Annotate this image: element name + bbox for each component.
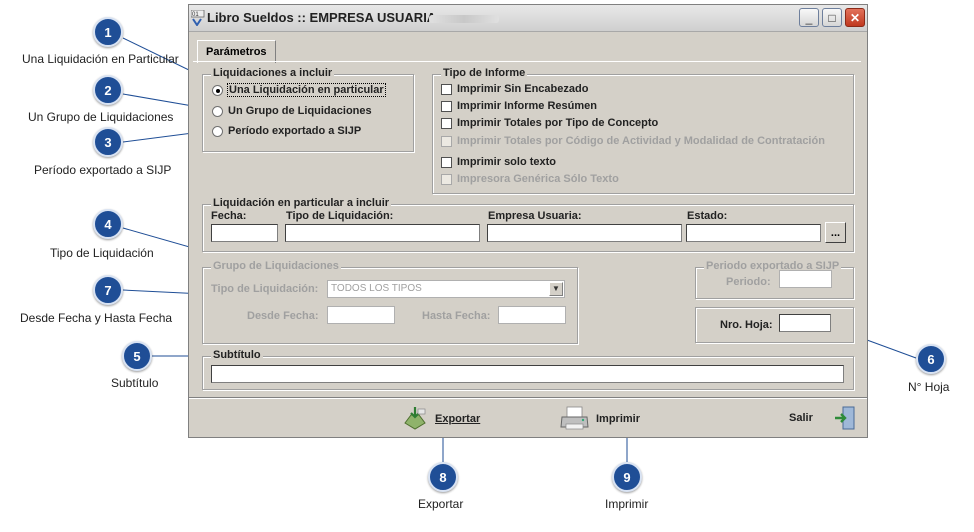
callout-label-2: Un Grupo de Liquidaciones [28,110,174,124]
radio-icon [212,125,223,137]
callout-label-7: Desde Fecha y Hasta Fecha [20,311,173,325]
fecha-field[interactable] [211,224,278,242]
grupo-tipo-select: TODOS LOS TIPOS ▼ [327,280,565,298]
checkbox-icon [441,100,452,112]
periodo-label: Periodo: [726,276,771,288]
libro-sueldos-window: 01 Libro Sueldos :: EMPRESA USUARIA: _ □… [188,4,868,438]
empresa-usuaria-field[interactable] [487,224,682,242]
footer-divider [189,397,867,399]
tipo-liquidacion-label: Tipo de Liquidación: [286,210,394,222]
check-solo-texto-label: Imprimir solo texto [457,156,557,168]
callout-label-4: Tipo de Liquidación [50,246,154,260]
callout-badge-6: 6 [916,344,946,374]
checkbox-icon [441,117,452,129]
check-sin-encabezado-label: Imprimir Sin Encabezado [457,83,589,95]
check-totales-concepto-label: Imprimir Totales por Tipo de Concepto [457,117,659,129]
window-title: Libro Sueldos :: EMPRESA USUARIA: [207,10,441,25]
title-bar[interactable]: 01 Libro Sueldos :: EMPRESA USUARIA: _ □… [189,5,867,32]
callout-badge-8: 8 [428,462,458,492]
check-sin-encabezado[interactable]: Imprimir Sin Encabezado [441,83,588,95]
app-icon: 01 [191,10,205,26]
hasta-fecha-field [498,306,566,324]
salir-label: Salir [789,412,813,424]
check-solo-texto[interactable]: Imprimir solo texto [441,156,556,168]
callout-label-5: Subtítulo [111,376,159,390]
callout-label-1: Una Liquidación en Particular [22,52,179,66]
imprimir-button[interactable]: Imprimir [560,405,640,433]
check-impresora-generica-label: Impresora Genérica Sólo Texto [457,173,619,185]
callout-badge-1: 1 [93,17,123,47]
empresa-name-blurred [429,15,499,23]
chevron-down-icon: ▼ [549,282,563,296]
callout-badge-5: 5 [122,341,152,371]
hasta-fecha-label: Hasta Fecha: [422,310,491,322]
tipo-informe-legend: Tipo de Informe [441,67,528,79]
browse-button[interactable]: ... [825,222,846,243]
check-informe-resumen-label: Imprimir Informe Resúmen [457,100,597,112]
radio-grupo-liquidaciones[interactable]: Un Grupo de Liquidaciones [212,105,372,117]
checkbox-icon [441,83,452,95]
callout-label-9: Imprimir [605,497,649,511]
radio-una-liquidacion-label: Una Liquidación en particular [227,83,386,97]
particular-legend: Liquidación en particular a incluir [211,197,392,209]
subtitulo-legend: Subtítulo [211,349,263,361]
radio-icon [212,105,223,117]
imprimir-label: Imprimir [596,413,641,425]
estado-field[interactable] [686,224,821,242]
tipo-informe-group: Tipo de Informe Imprimir Sin Encabezado … [432,67,854,194]
nro-hoja-field[interactable] [779,314,831,332]
check-impresora-generica: Impresora Genérica Sólo Texto [441,173,619,185]
grupo-tipo-label: Tipo de Liquidación: [211,283,319,295]
fecha-label: Fecha: [211,210,247,222]
export-icon [404,407,426,430]
nro-hoja-label: Nro. Hoja: [720,319,773,331]
check-informe-resumen[interactable]: Imprimir Informe Resúmen [441,100,597,112]
tipo-liquidacion-field[interactable] [285,224,480,242]
check-totales-concepto[interactable]: Imprimir Totales por Tipo de Concepto [441,117,658,129]
exportar-label: Exportar [435,413,481,425]
callout-badge-2: 2 [93,75,123,105]
grupo-tipo-value: TODOS LOS TIPOS [331,283,422,294]
subtitulo-field[interactable] [211,365,844,383]
estado-label: Estado: [687,210,728,222]
radio-periodo-label: Período exportado a SIJP [228,125,362,137]
checkbox-disabled-icon [441,173,452,185]
callout-label-8: Exportar [418,497,464,511]
callout-badge-4: 4 [93,209,123,239]
minimize-button[interactable]: _ [799,8,819,27]
periodo-field [779,270,832,288]
callout-badge-7: 7 [93,275,123,305]
check-totales-actividad-label: Imprimir Totales por Código de Actividad… [457,135,825,147]
checkbox-icon [441,156,452,168]
radio-periodo-sijp[interactable]: Período exportado a SIJP [212,125,361,137]
grupo-legend: Grupo de Liquidaciones [211,260,341,272]
salir-button[interactable]: Salir [789,405,857,431]
check-totales-actividad: Imprimir Totales por Código de Actividad… [441,135,825,147]
callout-label-3: Período exportado a SIJP [34,163,172,177]
tab-parametros[interactable]: Parámetros [197,40,276,63]
exit-door-icon [834,406,855,430]
exportar-button[interactable]: Exportar [401,405,480,433]
radio-una-liquidacion[interactable]: Una Liquidación en particular [212,83,386,97]
empresa-usuaria-label: Empresa Usuaria: [488,210,582,222]
close-button[interactable]: ✕ [845,8,865,27]
callout-badge-3: 3 [93,127,123,157]
maximize-button[interactable]: □ [822,8,842,27]
checkbox-disabled-icon [441,135,452,147]
printer-icon [560,406,589,430]
callout-badge-9: 9 [612,462,642,492]
radio-grupo-label: Un Grupo de Liquidaciones [228,105,372,117]
radio-selected-icon [212,84,223,96]
svg-text:01: 01 [192,12,199,18]
liquidaciones-legend: Liquidaciones a incluir [211,67,335,79]
liquidaciones-group: Liquidaciones a incluir Una Liquidación … [202,67,414,152]
desde-fecha-field [327,306,395,324]
desde-fecha-label: Desde Fecha: [247,310,319,322]
callout-label-6: N° Hoja [908,380,950,394]
